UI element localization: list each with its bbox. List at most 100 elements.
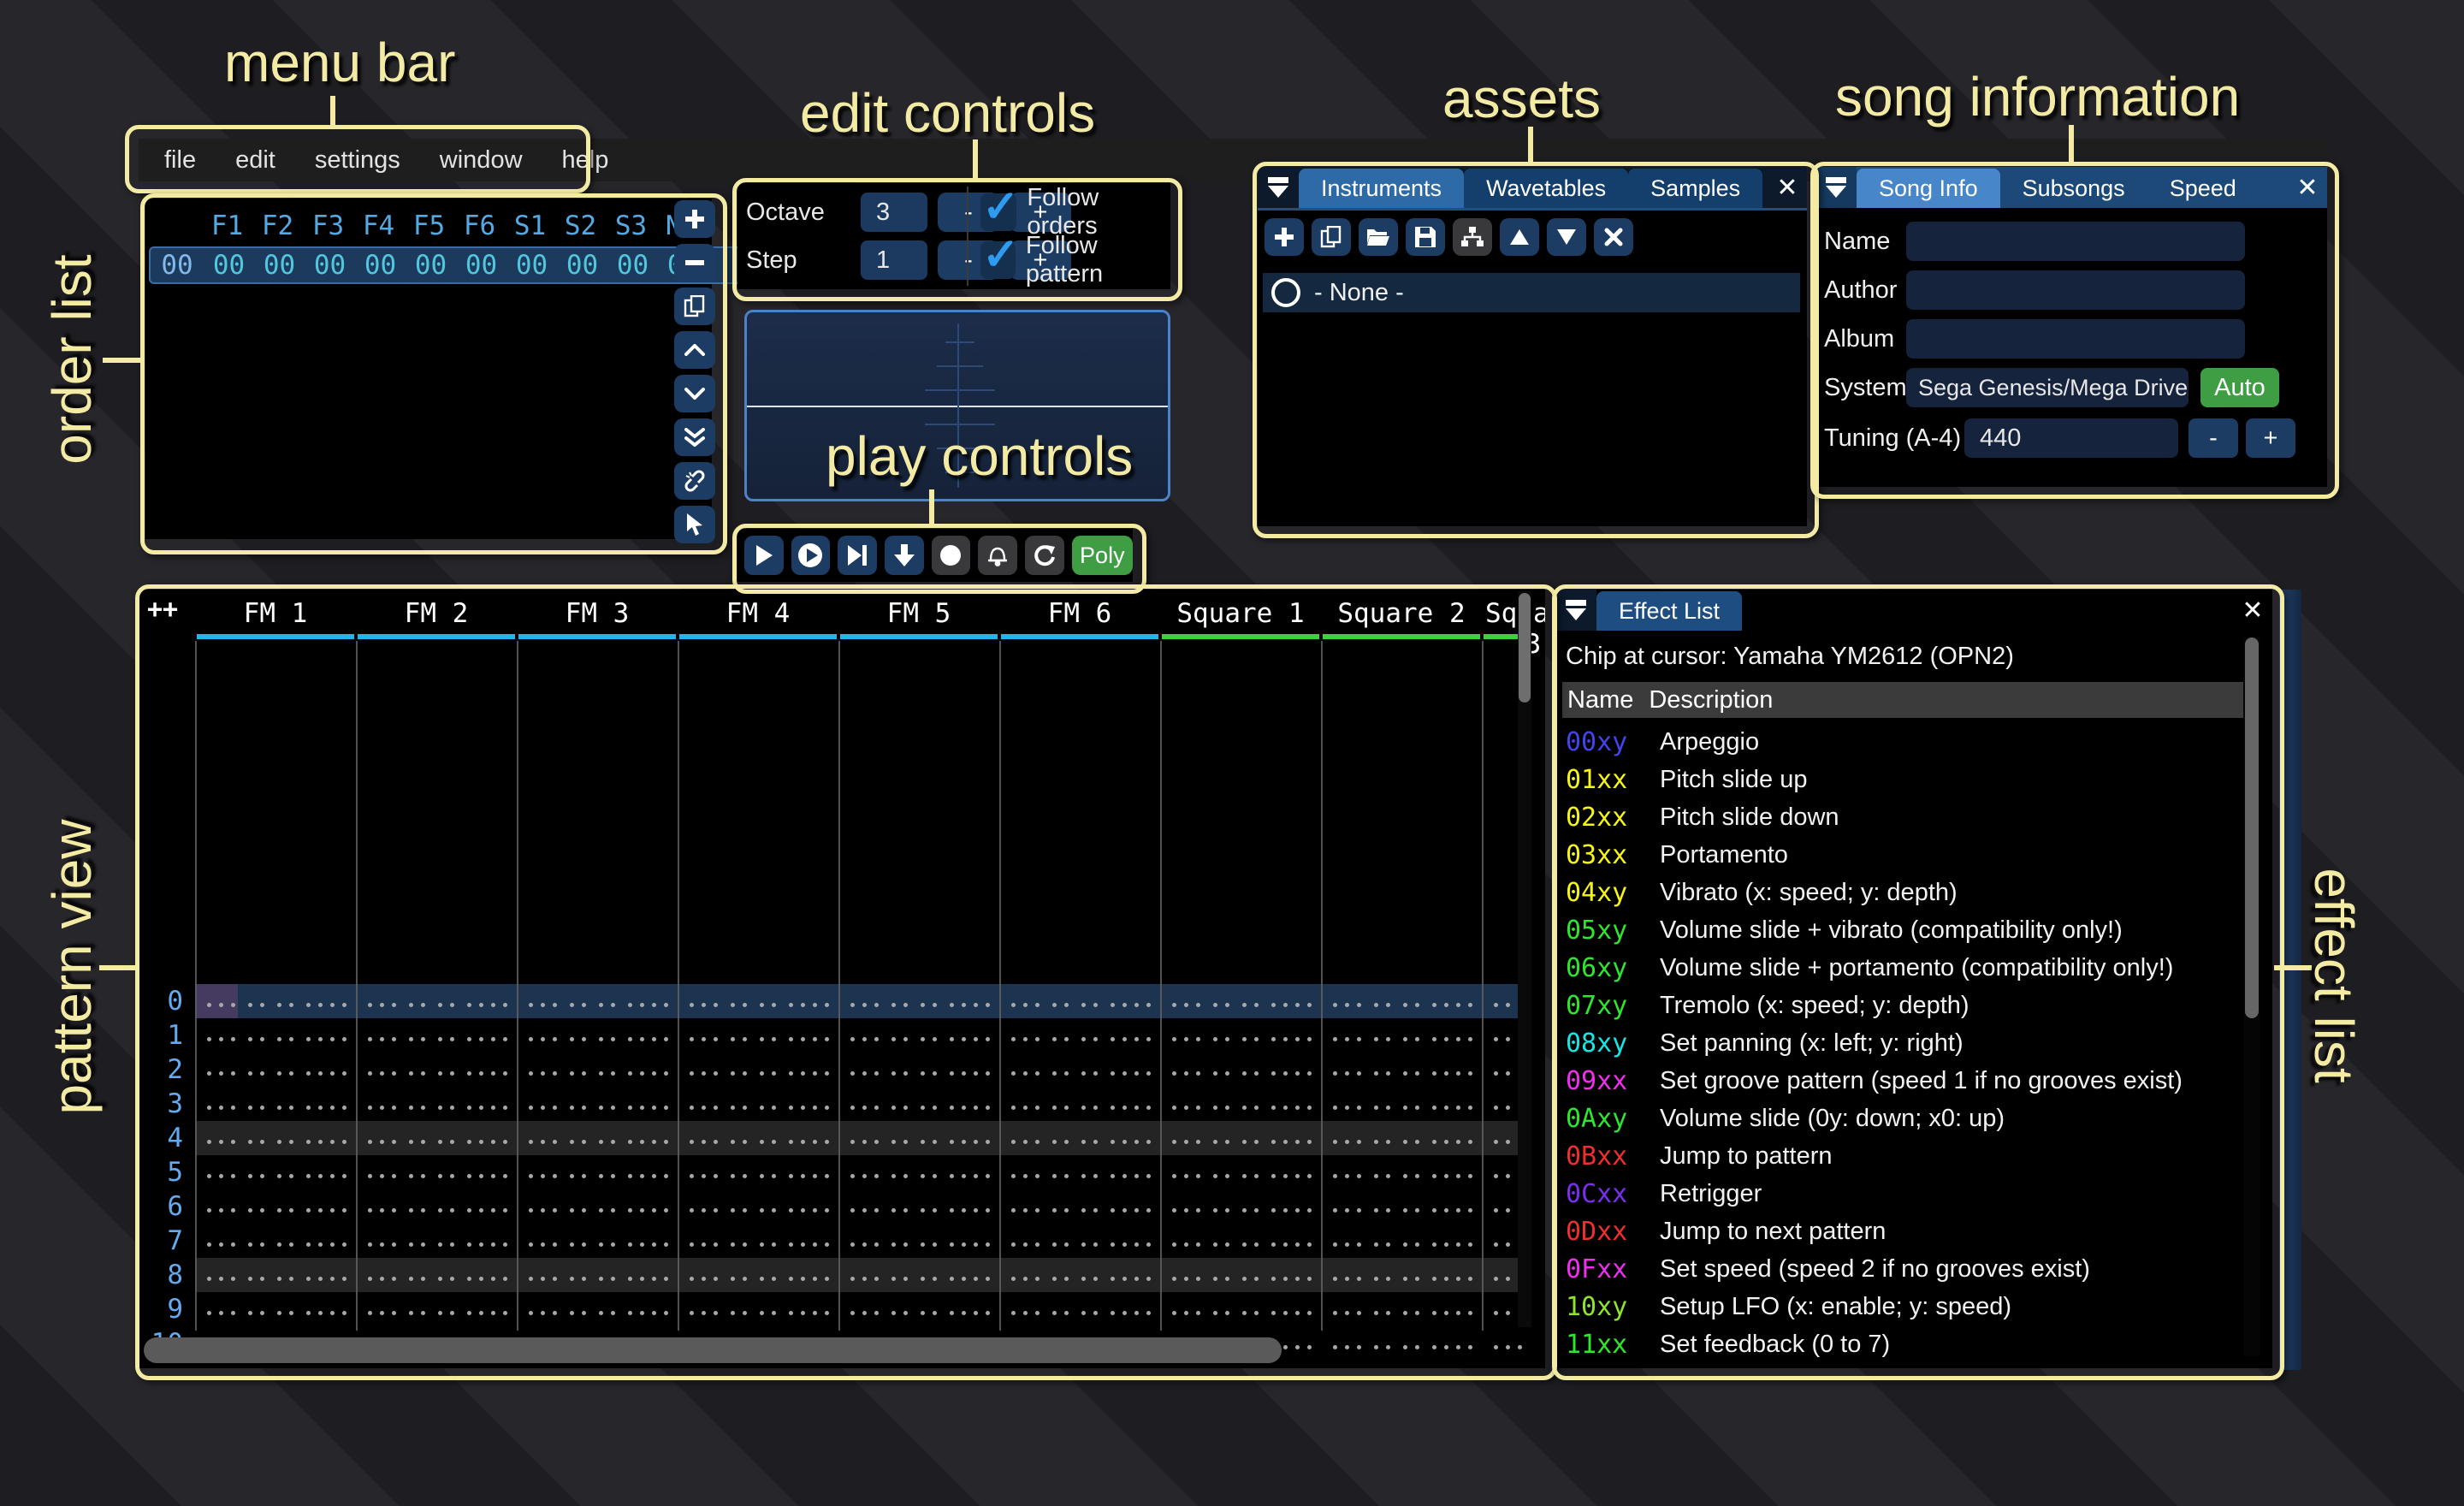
pattern-horizontal-scrollbar[interactable]	[144, 1337, 1282, 1363]
effect-row[interactable]: 11xx Set feedback (0 to 7)	[1566, 1325, 1890, 1363]
duplicate-order-button[interactable]	[674, 288, 715, 325]
effect-row[interactable]: 03xx Portamento	[1566, 836, 1788, 874]
follow-pattern-checkbox[interactable]: ✓	[980, 230, 1020, 280]
effect-row[interactable]: 0Axy Volume slide (0y: down; x0: up)	[1566, 1100, 2005, 1137]
channel-header-square-3[interactable]: Square 3	[1482, 598, 1545, 660]
channel-header-square-2[interactable]: Square 2	[1321, 598, 1482, 629]
album-field[interactable]	[1906, 319, 2245, 359]
close-icon[interactable]: ✕	[2233, 590, 2272, 631]
order-cell[interactable]: 00	[406, 250, 456, 281]
tab-speed[interactable]: Speed	[2147, 169, 2259, 208]
add-instrument-button[interactable]	[1265, 218, 1304, 256]
author-field[interactable]	[1906, 270, 2245, 310]
effect-row[interactable]: 10xy Setup LFO (x: enable; y: speed)	[1566, 1288, 2011, 1325]
duplicate-instrument-button[interactable]	[1312, 218, 1351, 256]
pattern-vertical-scrollbar[interactable]	[1518, 591, 1531, 1327]
system-select[interactable]: Sega Genesis/Mega Drive	[1906, 368, 2189, 407]
channel-header-square-1[interactable]: Square 1	[1160, 598, 1321, 629]
record-button[interactable]	[931, 536, 971, 575]
order-cell[interactable]: 00	[506, 250, 557, 281]
move-to-bottom-order-button[interactable]	[674, 418, 715, 456]
delete-instrument-button[interactable]	[1594, 218, 1633, 256]
close-icon[interactable]: ✕	[2288, 167, 2327, 208]
order-cell[interactable]: 00	[607, 250, 658, 281]
effect-row[interactable]: 02xx Pitch slide down	[1566, 798, 1839, 836]
tree-view-toggle-button[interactable]	[1453, 218, 1492, 256]
add-order-button[interactable]	[674, 200, 715, 238]
remove-order-button[interactable]	[674, 244, 715, 282]
effect-row[interactable]: 05xy Volume slide + vibrato (compatibilit…	[1566, 911, 2123, 949]
move-instrument-up-button[interactable]	[1500, 218, 1539, 256]
auto-system-button[interactable]: Auto	[2200, 368, 2279, 407]
step-row-button[interactable]	[838, 536, 877, 575]
menu-item-file[interactable]: file	[164, 146, 196, 175]
octave-input[interactable]: 3	[861, 193, 927, 232]
play-button[interactable]	[744, 536, 784, 575]
repeat-button[interactable]	[1024, 536, 1064, 575]
menu-item-edit[interactable]: edit	[235, 146, 275, 175]
effect-description: Vibrato (x: speed; y: depth)	[1660, 878, 1958, 906]
instrument-list-item[interactable]: - None -	[1263, 273, 1800, 312]
poly-toggle-button[interactable]: Poly	[1071, 536, 1134, 575]
tab-wavetables[interactable]: Wavetables	[1464, 169, 1629, 208]
follow-orders-checkbox[interactable]: ✓	[980, 182, 1020, 232]
dock-splitter[interactable]	[2279, 590, 2301, 1370]
order-cell[interactable]: 00	[254, 250, 305, 281]
step-input[interactable]: 1	[861, 240, 927, 280]
play-from-cursor-button[interactable]	[791, 536, 831, 575]
open-instrument-button[interactable]	[1359, 218, 1398, 256]
channel-header-fm-4[interactable]: FM 4	[678, 598, 838, 629]
menu-item-window[interactable]: window	[440, 146, 523, 175]
channel-header-fm-3[interactable]: FM 3	[517, 598, 678, 629]
channel-header-fm-6[interactable]: FM 6	[999, 598, 1160, 629]
channel-divider	[999, 641, 1001, 1331]
channel-header-fm-1[interactable]: FM 1	[195, 598, 356, 629]
check-icon: ✓	[982, 230, 1020, 280]
tab-subsongs[interactable]: Subsongs	[2000, 169, 2147, 208]
effect-row[interactable]: 0Cxx Retrigger	[1566, 1175, 1762, 1213]
tab-effect-list[interactable]: Effect List	[1596, 591, 1743, 631]
effect-row[interactable]: 06xy Volume slide + portamento (compatibi…	[1566, 949, 2173, 987]
effect-row[interactable]: 0Dxx Jump to next pattern	[1566, 1213, 1886, 1250]
channel-header-fm-5[interactable]: FM 5	[838, 598, 999, 629]
effect-row[interactable]: 0Fxx Set speed (speed 2 if no grooves exi…	[1566, 1250, 2090, 1288]
order-cell[interactable]: 00	[355, 250, 406, 281]
move-up-order-button[interactable]	[674, 331, 715, 369]
close-icon[interactable]: ✕	[1768, 167, 1807, 208]
tuning-decrement-button[interactable]: -	[2189, 418, 2238, 458]
metronome-bell-button[interactable]	[978, 536, 1017, 575]
move-down-order-button[interactable]	[674, 375, 715, 412]
pointer-order-button[interactable]	[674, 506, 715, 543]
save-instrument-button[interactable]	[1406, 218, 1445, 256]
move-down-button[interactable]	[884, 536, 924, 575]
order-cell[interactable]: 00	[204, 250, 254, 281]
unlink-order-button[interactable]	[674, 462, 715, 500]
tab-samples[interactable]: Samples	[1628, 169, 1763, 208]
name-field[interactable]	[1906, 222, 2245, 261]
effect-row[interactable]: 01xx Pitch slide up	[1566, 761, 1808, 798]
octave-label: Octave	[746, 198, 825, 226]
tab-instruments[interactable]: Instruments	[1299, 169, 1465, 208]
tab-song-info[interactable]: Song Info	[1857, 169, 2000, 208]
pattern-options-button[interactable]: ++	[147, 595, 178, 625]
order-cell[interactable]: 00	[456, 250, 506, 281]
tuning-field[interactable]: 440	[1964, 418, 2178, 458]
channel-header-fm-2[interactable]: FM 2	[356, 598, 517, 629]
effect-row[interactable]: 07xy Tremolo (x: speed; y: depth)	[1566, 987, 1969, 1024]
order-cell[interactable]: 00	[557, 250, 607, 281]
effect-row[interactable]: 04xy Vibrato (x: speed; y: depth)	[1566, 874, 1958, 911]
effect-row[interactable]: 08xy Set panning (x: left; y: right)	[1566, 1024, 1964, 1062]
order-row[interactable]: 0000000000000000000000	[149, 246, 758, 284]
window-menu-icon[interactable]	[1555, 590, 1596, 631]
menu-item-help[interactable]: help	[562, 146, 609, 175]
tuning-increment-button[interactable]: +	[2246, 418, 2295, 458]
effect-row[interactable]: 09xx Set groove pattern (speed 1 if no gr…	[1566, 1062, 2183, 1100]
effect-row[interactable]: 0Bxx Jump to pattern	[1566, 1137, 1833, 1175]
window-menu-icon[interactable]	[1815, 167, 1857, 208]
window-menu-icon[interactable]	[1258, 167, 1299, 208]
order-cell[interactable]: 00	[305, 250, 355, 281]
effect-row[interactable]: 00xy Arpeggio	[1566, 723, 1759, 761]
effect-list-scrollbar[interactable]	[2243, 637, 2260, 1356]
move-instrument-down-button[interactable]	[1547, 218, 1586, 256]
menu-item-settings[interactable]: settings	[315, 146, 400, 175]
